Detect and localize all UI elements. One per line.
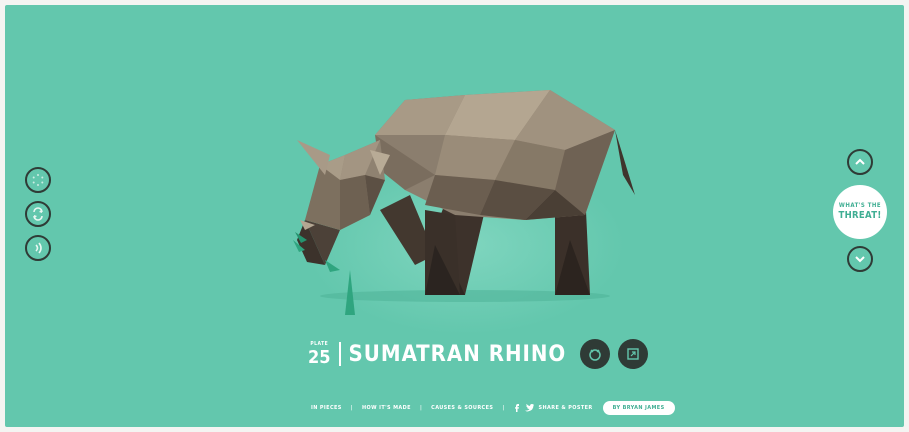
title-divider bbox=[338, 342, 341, 366]
plate-number: PLATE 25 bbox=[308, 340, 331, 368]
chevron-down-icon bbox=[855, 256, 865, 263]
plate-label: PLATE bbox=[310, 340, 329, 347]
chevron-up-icon bbox=[855, 158, 865, 165]
title-row: PLATE 25 SUMATRAN RHINO bbox=[308, 337, 649, 371]
animal-info-button[interactable] bbox=[580, 339, 611, 369]
stage: WHAT'S THE THREAT! PLATE 25 SUMATRAN RHI… bbox=[5, 5, 904, 427]
threat-line2: THREAT! bbox=[838, 210, 882, 222]
animal-face-icon bbox=[589, 349, 602, 361]
rhino-illustration bbox=[293, 90, 635, 315]
expand-icon bbox=[627, 348, 639, 360]
animal-name: SUMATRAN RHINO bbox=[348, 341, 567, 367]
sound-button[interactable] bbox=[25, 235, 51, 261]
footer-link-causes-sources[interactable]: CAUSES & SOURCES bbox=[431, 405, 493, 411]
threat-line1: WHAT'S THE bbox=[838, 202, 882, 210]
footer-link-in-pieces[interactable]: IN PIECES bbox=[311, 405, 342, 411]
dots-ring-icon bbox=[32, 174, 44, 186]
sound-icon bbox=[35, 242, 42, 254]
footer-separator: | bbox=[419, 405, 423, 411]
previous-button[interactable] bbox=[847, 149, 873, 175]
expand-button[interactable] bbox=[618, 339, 649, 369]
menu-dots-button[interactable] bbox=[25, 167, 51, 193]
shuffle-icon bbox=[33, 207, 43, 221]
footer-nav: IN PIECES | HOW IT'S MADE | CAUSES & SOU… bbox=[311, 401, 675, 415]
plate-value: 25 bbox=[308, 346, 331, 368]
byline-button[interactable]: BY BRYAN JAMES bbox=[602, 401, 675, 415]
twitter-icon[interactable] bbox=[524, 404, 534, 412]
footer-link-share-poster[interactable]: SHARE & POSTER bbox=[539, 405, 593, 411]
shuffle-button[interactable] bbox=[25, 201, 51, 227]
footer-separator: | bbox=[502, 405, 505, 411]
footer-separator: | bbox=[350, 405, 353, 411]
facebook-icon[interactable] bbox=[514, 404, 520, 412]
footer-link-how-its-made[interactable]: HOW IT'S MADE bbox=[362, 405, 411, 411]
next-button[interactable] bbox=[847, 246, 873, 272]
whats-the-threat-button[interactable]: WHAT'S THE THREAT! bbox=[833, 185, 887, 239]
